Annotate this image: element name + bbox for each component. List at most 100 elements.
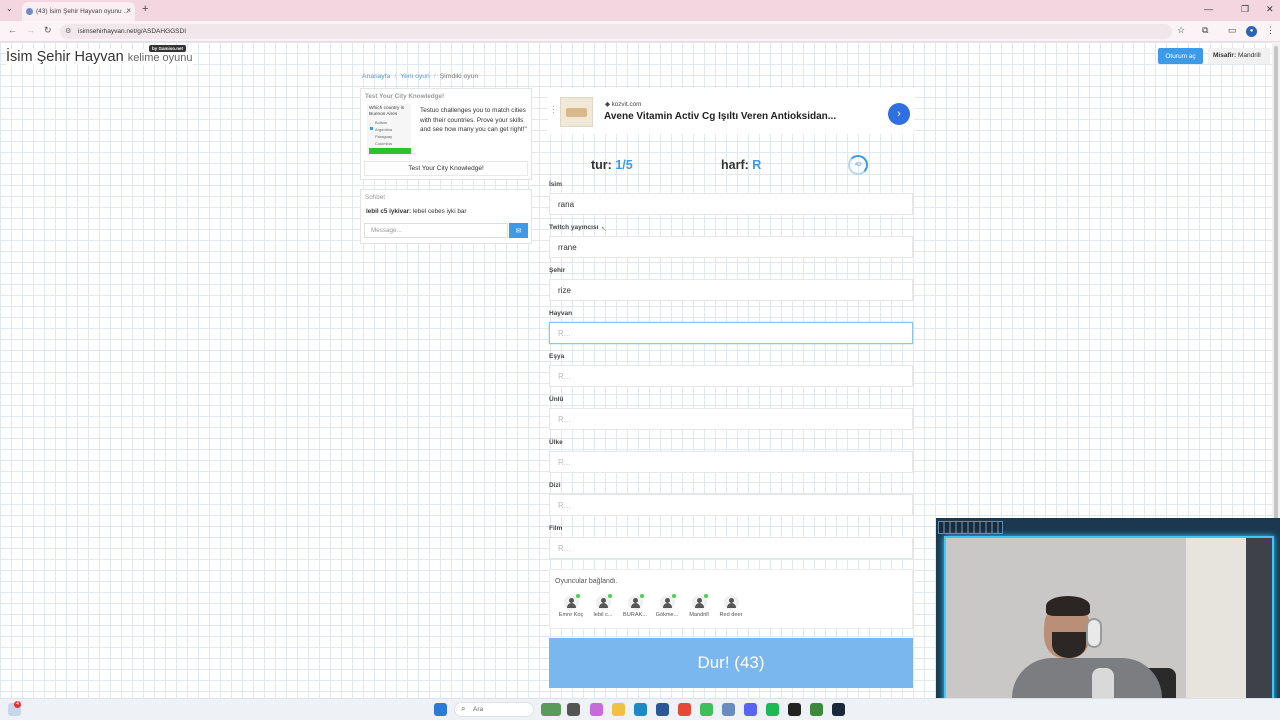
ad-product-title: Avene Vitamin Activ Cg Işıltı Veren Anti… bbox=[604, 111, 837, 122]
ad-source: ◆ kozvit.com bbox=[605, 101, 642, 108]
cast-icon[interactable]: ▭ bbox=[1228, 25, 1237, 36]
browser-tab[interactable]: (43) İsim Şehir Hayvan oyunu ... × bbox=[22, 2, 135, 21]
ad-arrow-button[interactable]: › bbox=[888, 103, 910, 125]
player-item[interactable]: Mandrill bbox=[683, 594, 715, 618]
reload-icon[interactable]: ↻ bbox=[44, 25, 52, 36]
breadcrumb-current: Şimdiki oyun bbox=[439, 73, 479, 80]
guest-name: Mandrill bbox=[1237, 52, 1261, 59]
ad-quiz-image: Which country is Buenos Aires Bolivia Ar… bbox=[367, 104, 411, 156]
store-icon[interactable] bbox=[656, 703, 669, 716]
send-icon: ✉ bbox=[515, 227, 522, 235]
webcam-frame-decoration bbox=[938, 521, 1003, 534]
field-twitch-input[interactable] bbox=[549, 236, 913, 258]
stop-button[interactable]: Dur! (43) bbox=[549, 638, 913, 688]
bookmark-star-icon[interactable]: ☆ bbox=[1177, 25, 1185, 36]
extensions-icon[interactable]: ⧉ bbox=[1202, 25, 1208, 36]
back-icon[interactable]: ← bbox=[8, 25, 17, 35]
copilot-icon[interactable] bbox=[590, 703, 603, 716]
discord-icon[interactable] bbox=[744, 703, 757, 716]
address-bar[interactable]: ⚙ isimsehirhayvan.net/g/ASDAHGGSDI bbox=[60, 24, 1172, 39]
ad-quiz-submit bbox=[369, 147, 411, 154]
profile-avatar[interactable]: ● bbox=[1246, 26, 1257, 37]
field-ulke-input[interactable] bbox=[549, 451, 913, 473]
player-item[interactable]: Red deer bbox=[715, 595, 747, 618]
player-item[interactable]: lebil c... bbox=[587, 594, 619, 618]
spotify-icon[interactable] bbox=[766, 703, 779, 716]
forward-icon[interactable]: → bbox=[26, 25, 35, 35]
settings-icon[interactable] bbox=[722, 703, 735, 716]
site-logo[interactable]: İsim Şehir Hayvan kelime oyunu by Gamiso… bbox=[6, 45, 193, 65]
headset-icon bbox=[1086, 618, 1102, 648]
close-tab-icon[interactable]: × bbox=[126, 6, 131, 15]
chrome-profile-icon[interactable] bbox=[810, 703, 823, 716]
streamer-beard bbox=[1052, 632, 1086, 658]
field-dizi-input[interactable] bbox=[549, 494, 913, 516]
online-indicator bbox=[671, 594, 676, 598]
maximize-icon[interactable]: ❐ bbox=[1241, 4, 1249, 15]
search-icon: ⌕ bbox=[461, 704, 466, 713]
brand-subtitle: kelime oyunu bbox=[127, 52, 193, 64]
ad-quiz-question: Which country is Buenos Aires bbox=[369, 106, 405, 117]
menu-icon[interactable]: ⋮ bbox=[1266, 25, 1275, 36]
chrome-icon[interactable] bbox=[678, 703, 691, 716]
file-explorer-icon[interactable] bbox=[612, 703, 625, 716]
chat-send-button[interactable]: ✉ bbox=[509, 223, 528, 238]
user-icon bbox=[723, 595, 739, 610]
ad-city-knowledge[interactable]: Test Your City Knowledge! Which country … bbox=[360, 88, 532, 180]
browser-tab-bar: ⌄ (43) İsim Şehir Hayvan oyunu ... × + —… bbox=[0, 0, 1280, 21]
ad-product[interactable]: ⋮ ◆ kozvit.com Avene Vitamin Activ Cg Iş… bbox=[548, 88, 914, 134]
brand-title: İsim Şehir Hayvan bbox=[6, 49, 124, 65]
players-title: Oyuncular bağlandı. bbox=[555, 578, 618, 585]
round-indicator: tur: 1/5 bbox=[591, 158, 633, 172]
webcam-overlay bbox=[936, 518, 1280, 720]
notification-badge: 4 bbox=[14, 701, 21, 708]
chat-message-input[interactable]: Message... bbox=[364, 223, 508, 238]
mouse-cursor-icon: ↖ bbox=[601, 226, 607, 233]
user-icon bbox=[691, 594, 708, 610]
task-view-icon[interactable] bbox=[567, 703, 580, 716]
ad-options-icon[interactable]: ⋮ bbox=[549, 104, 558, 115]
steam-icon[interactable] bbox=[832, 703, 845, 716]
chevron-right-icon: › bbox=[897, 108, 901, 120]
whatsapp-icon[interactable] bbox=[700, 703, 713, 716]
player-item[interactable]: Gökme... bbox=[651, 594, 683, 618]
field-unlu-input[interactable] bbox=[549, 408, 913, 430]
site-info-icon[interactable]: ⚙ bbox=[65, 27, 71, 35]
field-label-sehir: Şehir bbox=[549, 267, 566, 274]
streamer-hair bbox=[1046, 596, 1090, 616]
field-isim-input[interactable] bbox=[549, 193, 913, 215]
ad-quiz-option: Argentina bbox=[375, 127, 409, 132]
edge-icon[interactable] bbox=[634, 703, 647, 716]
guest-user[interactable]: Misafir: Mandrill bbox=[1208, 48, 1270, 64]
player-item[interactable]: Emre Koç bbox=[555, 594, 587, 618]
tab-list-icon[interactable]: ⌄ bbox=[6, 4, 13, 13]
webcam-curtain bbox=[1186, 538, 1246, 718]
weather-icon[interactable] bbox=[541, 703, 561, 716]
windows-start-icon[interactable] bbox=[434, 703, 447, 716]
field-label-dizi: Dizi bbox=[549, 482, 561, 489]
user-icon bbox=[659, 594, 676, 610]
obs-icon[interactable] bbox=[788, 703, 801, 716]
field-hayvan-input[interactable] bbox=[549, 322, 913, 344]
login-button[interactable]: Oturum aç bbox=[1158, 48, 1203, 64]
online-indicator bbox=[639, 594, 644, 598]
field-film-input[interactable] bbox=[549, 537, 913, 559]
player-name: Gökme... bbox=[655, 612, 679, 618]
ad-description: Testuo challenges you to match cities wi… bbox=[420, 107, 527, 134]
close-window-icon[interactable]: ✕ bbox=[1266, 4, 1274, 15]
taskbar-search[interactable]: ⌕ Ara bbox=[454, 702, 534, 717]
user-icon bbox=[563, 594, 580, 610]
breadcrumb-new-game[interactable]: Yeni oyun bbox=[400, 73, 430, 80]
minimize-icon[interactable]: — bbox=[1204, 4, 1213, 14]
ad-cta-button[interactable]: Test Your City Knowledge! bbox=[364, 161, 528, 176]
player-name: Mandrill bbox=[689, 612, 709, 618]
letter-label: harf: bbox=[721, 158, 749, 172]
field-sehir-input[interactable] bbox=[549, 279, 913, 301]
field-esya-input[interactable] bbox=[549, 365, 913, 387]
letter-value: R bbox=[752, 158, 762, 172]
breadcrumb-home[interactable]: Anasayfa bbox=[362, 73, 390, 80]
online-indicator bbox=[575, 594, 580, 598]
player-item[interactable]: BURAK... bbox=[619, 594, 651, 618]
taskbar-search-text: Ara bbox=[473, 706, 484, 713]
new-tab-icon[interactable]: + bbox=[142, 3, 148, 15]
